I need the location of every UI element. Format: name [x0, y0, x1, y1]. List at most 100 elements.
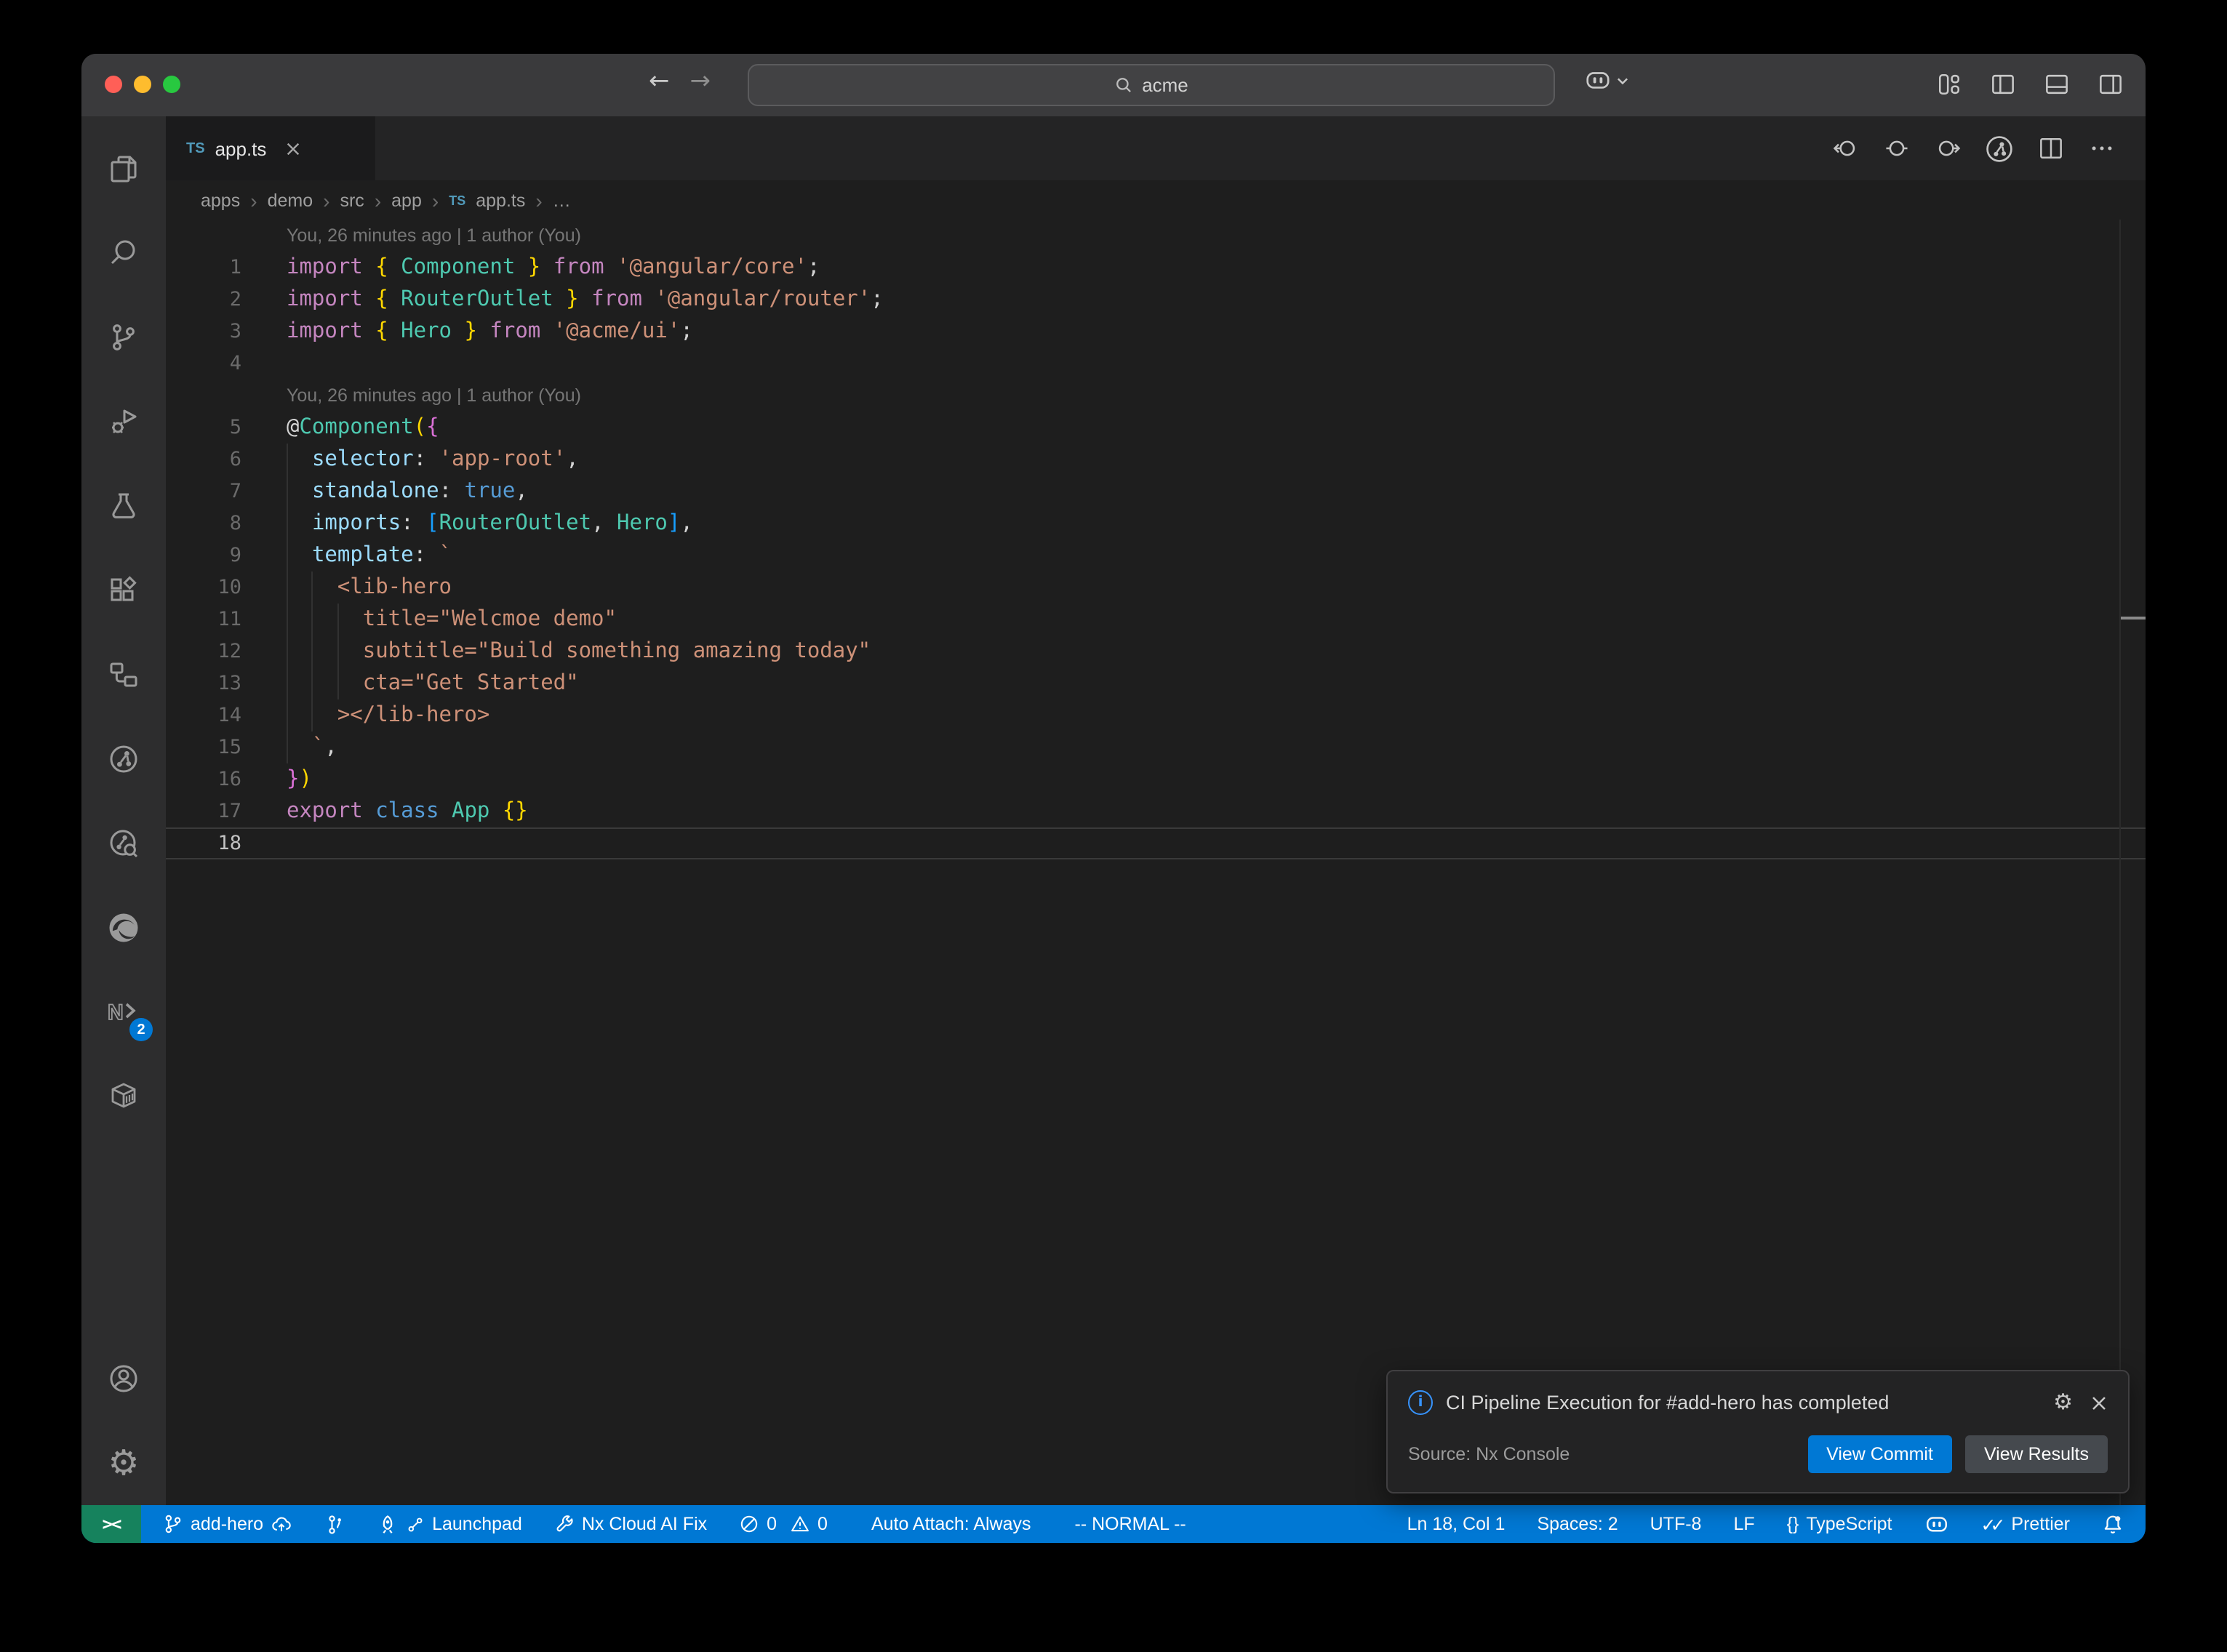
sidebar-item-workflow[interactable] [81, 633, 166, 717]
code-line[interactable]: 3import { Hero } from '@acme/ui'; [166, 316, 2146, 348]
sidebar-item-project-graph-search[interactable] [81, 801, 166, 886]
breadcrumb-item[interactable]: app.ts [476, 190, 525, 210]
view-results-button[interactable]: View Results [1965, 1435, 2108, 1473]
code-line[interactable]: 2import { RouterOutlet } from '@angular/… [166, 284, 2146, 316]
sidebar-item-explorer[interactable] [81, 127, 166, 211]
breadcrumb-item[interactable]: app [391, 190, 422, 210]
window-controls [105, 76, 180, 93]
indent-guide [337, 604, 339, 635]
toggle-panel-icon[interactable] [2042, 70, 2071, 99]
run-debug-icon [106, 404, 141, 439]
rocket-icon [377, 1513, 399, 1535]
search-value: acme [1142, 74, 1188, 96]
code-line[interactable]: 11 title="Welcmoe demo" [166, 604, 2146, 635]
nav-current-circle-icon[interactable] [1882, 134, 1911, 163]
eol-status[interactable]: LF [1723, 1505, 1764, 1543]
sidebar-item-project-graph[interactable] [81, 717, 166, 801]
more-actions-icon[interactable] [2087, 134, 2116, 163]
notification-settings-icon[interactable]: ⚙ [2053, 1392, 2073, 1414]
code-line[interactable]: 16}) [166, 763, 2146, 795]
notification-title: CI Pipeline Execution for #add-hero has … [1446, 1392, 2040, 1414]
code-line[interactable]: 10 <lib-hero [166, 572, 2146, 604]
breadcrumb-item[interactable]: src [340, 190, 364, 210]
notification-close-icon[interactable] [2090, 1394, 2108, 1411]
vim-mode-status[interactable]: -- NORMAL -- [1065, 1505, 1196, 1543]
scrollbar-handle[interactable] [2121, 617, 2146, 620]
code-line[interactable]: 6 selector: 'app-root', [166, 444, 2146, 476]
split-editor-icon[interactable] [2036, 134, 2066, 163]
code-line[interactable]: 9 template: ` [166, 540, 2146, 572]
history-forward-icon[interactable]: → [690, 67, 711, 96]
sidebar-item-containers[interactable] [81, 1054, 166, 1139]
tab-app-ts[interactable]: TS app.ts [166, 116, 375, 180]
toggle-primary-sidebar-icon[interactable] [1988, 70, 2018, 99]
launchpad-status[interactable]: Launchpad [367, 1505, 532, 1543]
code-line[interactable]: 18 [166, 827, 2146, 859]
code-line[interactable]: 5@Component({ [166, 412, 2146, 444]
cursor-position-status[interactable]: Ln 18, Col 1 [1397, 1505, 1516, 1543]
copilot-status[interactable] [1914, 1505, 1959, 1543]
code-line[interactable]: 7 standalone: true, [166, 476, 2146, 508]
minimize-window-button[interactable] [134, 76, 151, 93]
history-back-icon[interactable]: ← [649, 67, 670, 96]
remote-icon: >< [103, 1514, 121, 1534]
sidebar-item-search[interactable] [81, 211, 166, 295]
sidebar-item-edge-browser[interactable] [81, 886, 166, 970]
indent-guide [287, 699, 288, 731]
scrollbar-divider [2119, 220, 2121, 1505]
commit-graph-icon[interactable] [1984, 133, 2015, 164]
explorer-icon [106, 151, 141, 186]
blame-text: You, 26 minutes ago | 1 author (You) [287, 380, 581, 412]
line-number: 8 [166, 508, 241, 540]
prettier-status[interactable]: ✓✓ Prettier [1971, 1505, 2081, 1543]
code-line[interactable]: 8 imports: [RouterOutlet, Hero], [166, 508, 2146, 540]
sidebar-item-source-control[interactable] [81, 295, 166, 380]
activity-bar: N 2 [81, 116, 166, 1505]
notifications-bell[interactable] [2092, 1505, 2134, 1543]
indent-guide [287, 508, 288, 540]
nx-cloud-fix-status[interactable]: Nx Cloud AI Fix [544, 1505, 717, 1543]
remote-indicator[interactable]: >< [81, 1505, 141, 1543]
toggle-secondary-sidebar-icon[interactable] [2096, 70, 2125, 99]
code-editor[interactable]: You, 26 minutes ago | 1 author (You) 1imp… [166, 220, 2146, 1505]
sidebar-item-run-debug[interactable] [81, 380, 166, 464]
code-line[interactable]: 14 ></lib-hero> [166, 699, 2146, 731]
command-center-search[interactable]: acme [748, 64, 1555, 106]
sidebar-item-extensions[interactable] [81, 548, 166, 633]
accounts-button[interactable] [81, 1336, 166, 1421]
sidebar-item-testing[interactable] [81, 464, 166, 548]
line-number: 7 [166, 476, 241, 508]
sidebar-item-nx-console[interactable]: N 2 [81, 970, 166, 1054]
breadcrumb-item[interactable]: … [553, 190, 571, 210]
close-tab-icon[interactable] [285, 140, 301, 156]
container-icon [106, 1079, 141, 1114]
breadcrumb-item[interactable]: apps [201, 190, 240, 210]
problems-status[interactable]: 0 0 [729, 1505, 838, 1543]
auto-attach-status[interactable]: Auto Attach: Always [861, 1505, 1041, 1543]
zoom-window-button[interactable] [163, 76, 180, 93]
nav-forward-circle-icon[interactable] [1933, 134, 1962, 163]
breadcrumb-item[interactable]: demo [268, 190, 313, 210]
code-line[interactable]: 4 [166, 348, 2146, 380]
code-line[interactable]: 15 `, [166, 731, 2146, 763]
copilot-menu[interactable] [1584, 68, 1629, 92]
commit-graph-status[interactable] [314, 1505, 355, 1543]
view-commit-button[interactable]: View Commit [1807, 1435, 1952, 1473]
code-line[interactable]: 12 subtitle="Build something amazing tod… [166, 635, 2146, 667]
code-line[interactable]: 1import { Component } from '@angular/cor… [166, 252, 2146, 284]
line-number: 3 [166, 316, 241, 348]
git-branch-status[interactable]: add-hero [153, 1505, 303, 1543]
line-number: 11 [166, 604, 241, 635]
line-number: 1 [166, 252, 241, 284]
close-window-button[interactable] [105, 76, 122, 93]
language-mode-status[interactable]: {} TypeScript [1777, 1505, 1903, 1543]
titlebar: ← → acme [81, 54, 2146, 116]
settings-button[interactable]: ⚙ [81, 1421, 166, 1505]
indentation-status[interactable]: Spaces: 2 [1527, 1505, 1628, 1543]
code-line[interactable]: 13 cta="Get Started" [166, 667, 2146, 699]
encoding-status[interactable]: UTF-8 [1640, 1505, 1712, 1543]
customize-layout-icon[interactable] [1935, 70, 1964, 99]
code-line[interactable]: 17export class App {} [166, 795, 2146, 827]
breadcrumb-separator: › [432, 190, 439, 210]
nav-back-circle-icon[interactable] [1831, 134, 1860, 163]
